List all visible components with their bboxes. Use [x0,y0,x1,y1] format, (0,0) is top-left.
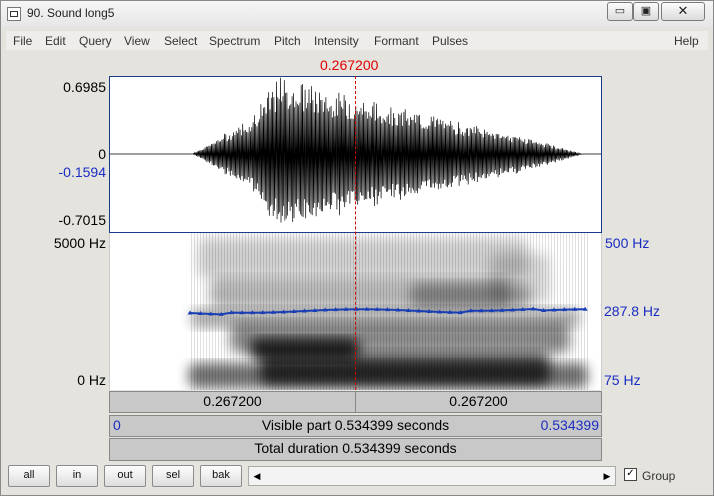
zoom-selection-button[interactable]: sel [152,465,194,487]
group-checkbox[interactable]: ✓ [624,468,637,481]
menu-select[interactable]: Select [164,34,197,48]
menu-file[interactable]: File [13,34,32,48]
total-duration-bar[interactable]: Total duration 0.534399 seconds [109,438,602,461]
cursor-time-label: 0.267200 [320,57,379,73]
spectrogram-texture [190,233,590,390]
visible-end-label: 0.534399 [540,417,599,433]
menu-bar: File Edit Query View Select Spectrum Pit… [6,31,708,50]
title-bar[interactable]: 90. Sound long5 ▭ ▣ ✕ [1,1,713,27]
menu-help[interactable]: Help [674,34,699,48]
pitch-min-label: 75 Hz [604,372,641,388]
app-icon [7,7,21,21]
visible-start-label: 0 [113,417,121,433]
menu-spectrum[interactable]: Spectrum [209,34,260,48]
waveform-cursor-value: -0.1594 [58,164,106,180]
pitch-current-label: 287.8 Hz [604,303,661,319]
menu-pitch[interactable]: Pitch [274,34,301,48]
zoom-out-button[interactable]: out [104,465,146,487]
minimize-button[interactable]: ▭ [607,2,633,21]
waveform-zero-label: 0 [98,146,106,162]
menu-formant[interactable]: Formant [374,34,419,48]
visible-part-bar[interactable]: 0 Visible part 0.534399 seconds 0.534399 [109,415,602,437]
waveform-ymin-label: -0.7015 [58,212,106,228]
spectrogram-fmin-label: 0 Hz [77,372,106,388]
zoom-back-button[interactable]: bak [200,465,242,487]
scroll-right-icon[interactable]: ▶ [601,469,613,483]
cursor-line [355,76,356,390]
zoom-all-button[interactable]: all [8,465,50,487]
visible-part-label: Visible part 0.534399 seconds [261,417,450,433]
zoom-in-button[interactable]: in [56,465,98,487]
menu-view[interactable]: View [124,34,150,48]
menu-query[interactable]: Query [79,34,112,48]
maximize-button[interactable]: ▣ [633,2,659,21]
menu-edit[interactable]: Edit [45,34,66,48]
waveform-ymax-label: 0.6985 [63,79,106,95]
menu-intensity[interactable]: Intensity [314,34,359,48]
time-bar-left[interactable]: 0.267200 [109,391,356,413]
close-button[interactable]: ✕ [661,2,705,21]
spectrogram-fmax-label: 5000 Hz [53,235,106,251]
scroll-left-icon[interactable]: ◀ [251,469,263,483]
horizontal-scrollbar[interactable]: ◀ ▶ [248,466,616,486]
pitch-max-label: 500 Hz [605,235,650,251]
window-title: 90. Sound long5 [27,6,115,20]
time-bar-right[interactable]: 0.267200 [355,391,602,413]
group-label: Group [642,469,676,483]
menu-pulses[interactable]: Pulses [432,34,468,48]
